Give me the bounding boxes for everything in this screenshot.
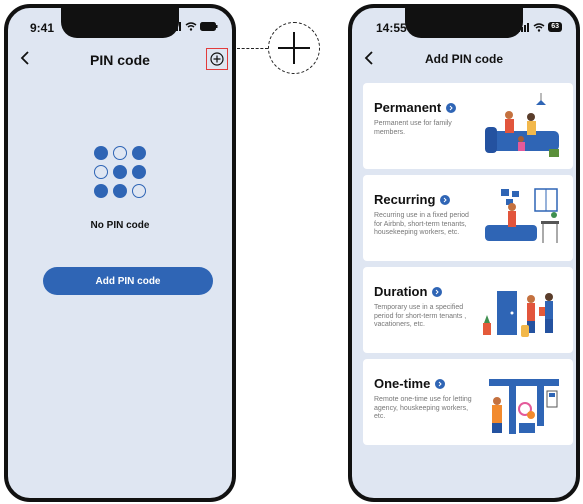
- page-title: PIN code: [90, 52, 150, 68]
- card-description: Remote one-time use for letting agency, …: [374, 396, 472, 420]
- callout-connector: [237, 48, 268, 49]
- family-illustration-icon: [485, 93, 559, 157]
- empty-state-text: No PIN code: [90, 220, 150, 231]
- nav-bar: Add PIN code: [352, 48, 576, 76]
- add-pin-code-button[interactable]: Add PIN code: [43, 267, 213, 295]
- card-description: Recurring use in a fixed period for Airb…: [374, 212, 469, 236]
- card-recurring[interactable]: Recurring Recurring use in a fixed perio…: [363, 175, 573, 261]
- notch: [61, 8, 179, 38]
- add-pin-icon-button[interactable]: [206, 48, 228, 70]
- chevron-right-icon: [446, 102, 457, 113]
- signal-icon: [518, 22, 530, 32]
- status-icons: [170, 22, 218, 31]
- card-description: Permanent use for family members.: [374, 120, 452, 136]
- card-duration[interactable]: Duration Temporary use in a specified pe…: [363, 267, 573, 353]
- card-permanent[interactable]: Permanent Permanent use for family membe…: [363, 83, 573, 169]
- chevron-right-icon: [435, 378, 446, 389]
- chevron-right-icon: [440, 194, 451, 205]
- right-phone: 14:55 63 Add PIN code Permanent Permanen…: [348, 4, 580, 502]
- battery-icon: [200, 22, 218, 31]
- card-one-time[interactable]: One-time Remote one-time use for letting…: [363, 359, 573, 445]
- chevron-right-icon: [432, 286, 443, 297]
- battery-icon: 63: [548, 22, 562, 32]
- card-title: Duration: [374, 284, 443, 299]
- worker-illustration-icon: [489, 379, 559, 434]
- status-time: 14:55: [376, 21, 407, 35]
- plus-circle-icon: [210, 52, 224, 66]
- page-title: Add PIN code: [424, 52, 503, 66]
- status-icons: 63: [518, 22, 562, 32]
- wifi-icon: [533, 22, 545, 32]
- card-title: Recurring: [374, 192, 451, 207]
- status-time: 9:41: [30, 21, 55, 35]
- card-description: Temporary use in a specified period for …: [374, 304, 467, 328]
- nav-bar: PIN code: [8, 48, 232, 76]
- signal-icon: [170, 22, 181, 31]
- vacationer-illustration-icon: [483, 291, 553, 337]
- card-title: One-time: [374, 376, 446, 391]
- pin-dots-icon: [94, 146, 146, 198]
- wifi-icon: [185, 22, 197, 31]
- callout-zoom: [268, 22, 320, 74]
- notch: [405, 8, 523, 38]
- card-title: Permanent: [374, 100, 457, 115]
- tenant-illustration-icon: [485, 188, 559, 243]
- left-phone: 9:41 PIN code No PIN code Add PIN code: [4, 4, 236, 502]
- plus-icon: [278, 32, 310, 64]
